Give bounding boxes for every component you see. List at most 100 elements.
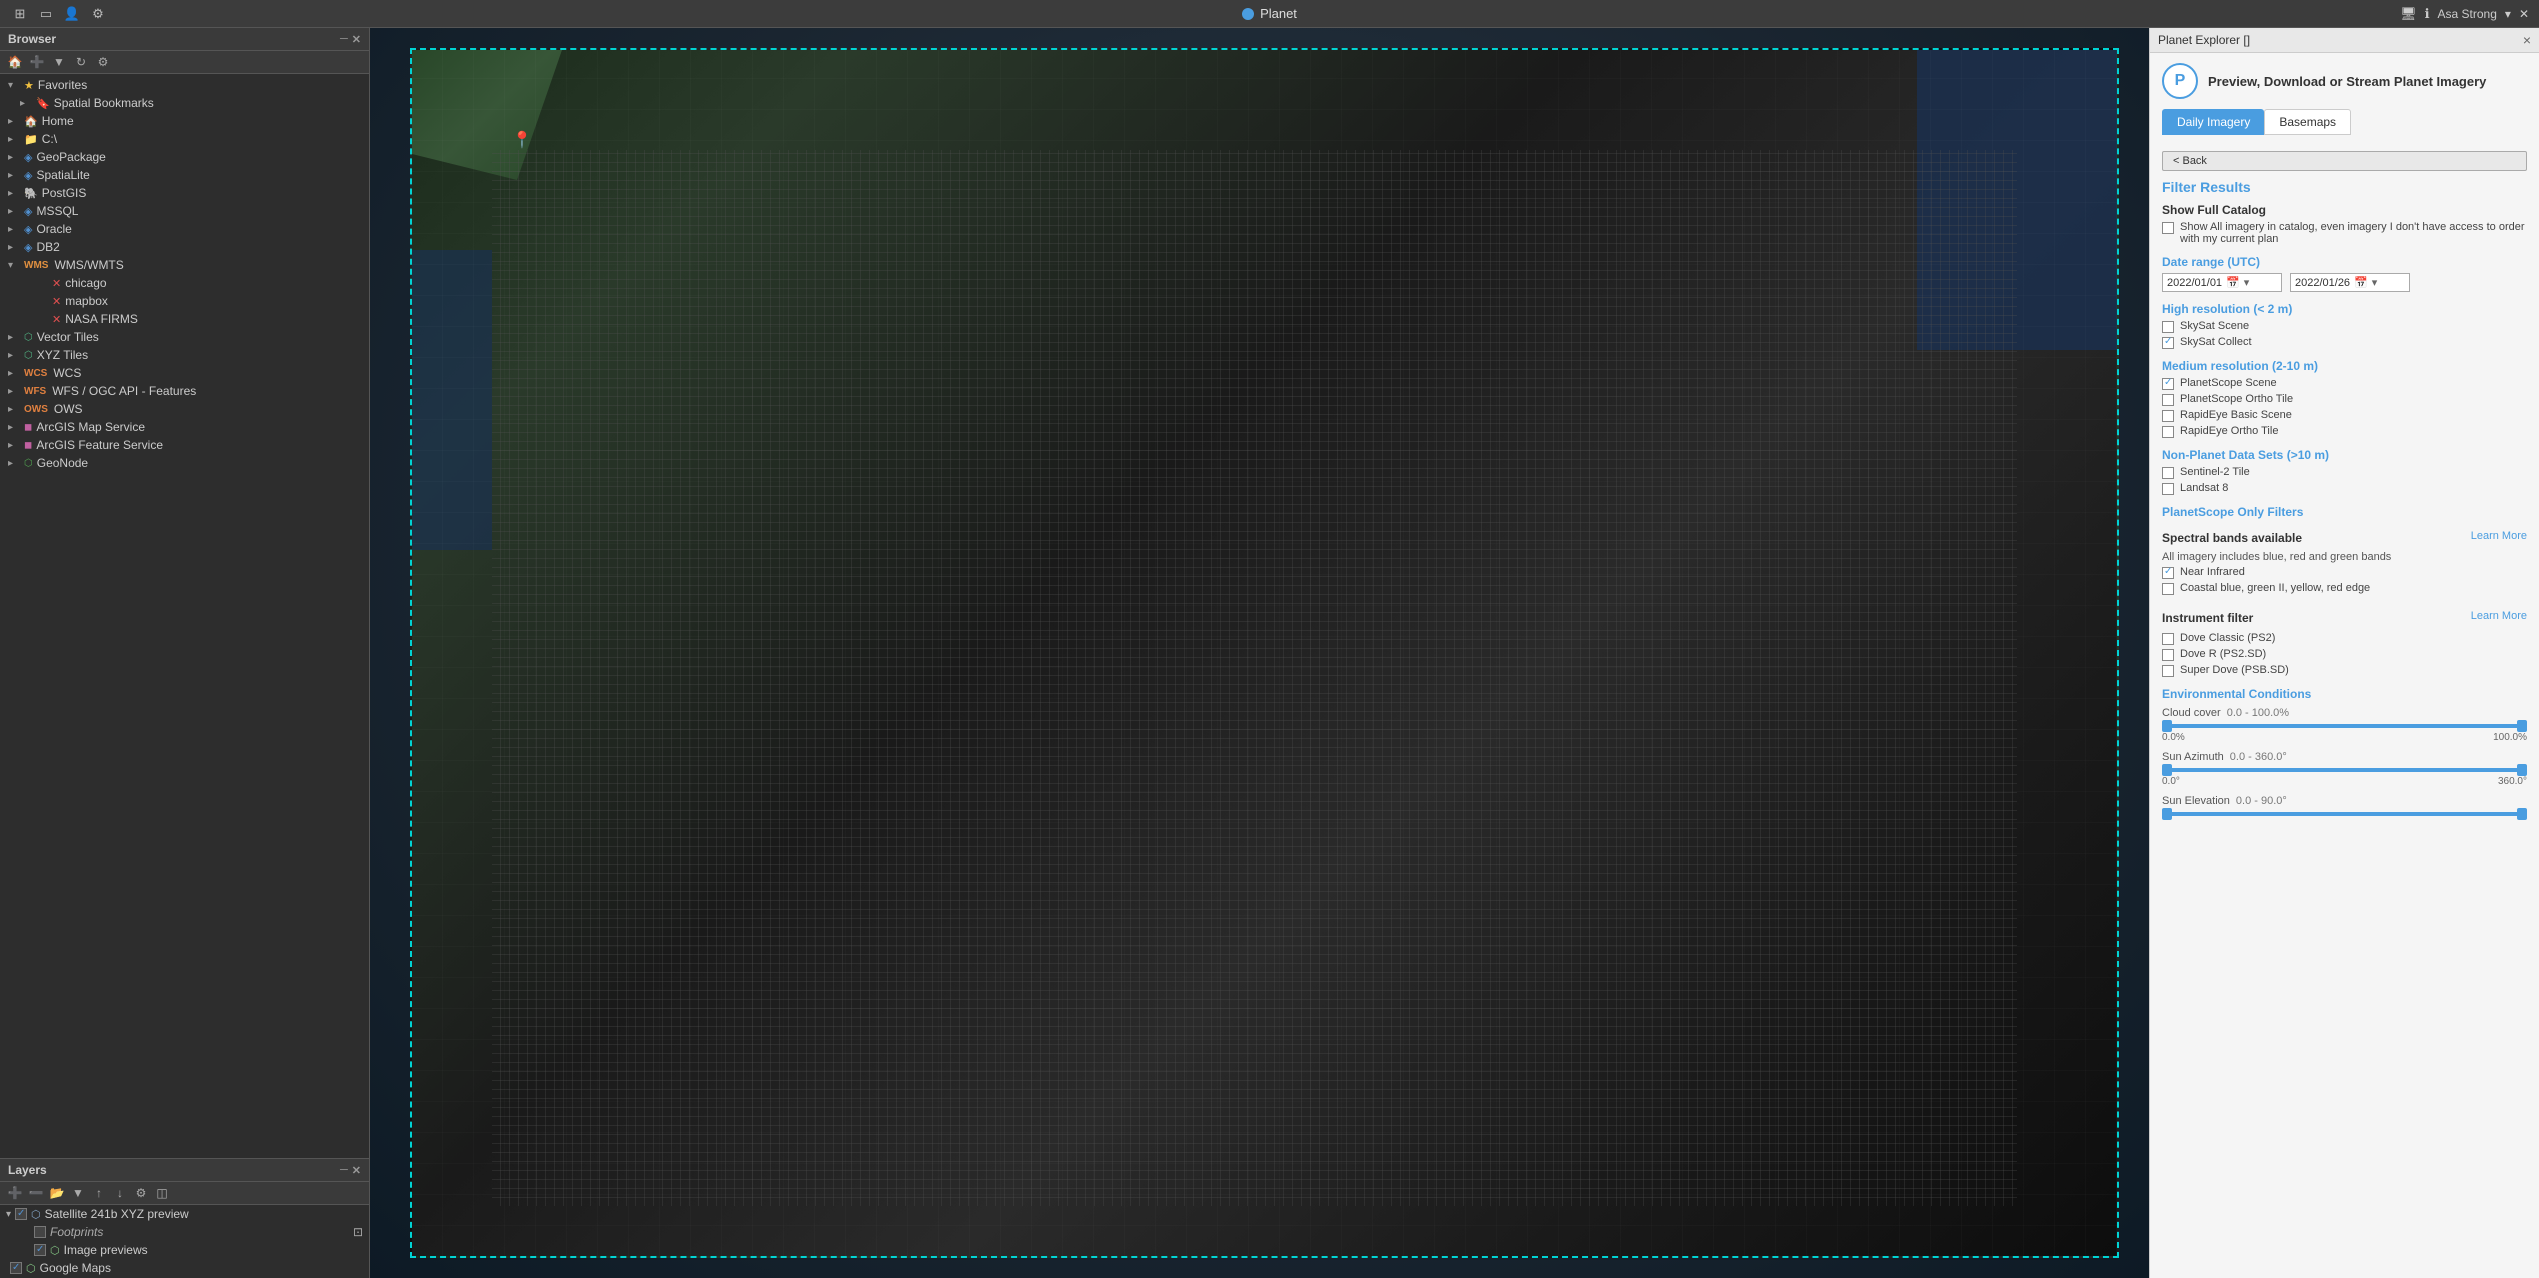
layer-collapse-icon[interactable]: ⊡ <box>353 1225 363 1239</box>
group-layers-icon[interactable]: ◫ <box>153 1184 171 1202</box>
cloud-cover-slider[interactable]: 0.0% 100.0% <box>2162 724 2527 743</box>
sun-azimuth-handle-left[interactable] <box>2162 764 2172 776</box>
tree-item-chicago[interactable]: ✕ chicago <box>0 274 369 292</box>
layer-checkbox-previews[interactable] <box>34 1244 46 1256</box>
rapideye-basic-label: RapidEye Basic Scene <box>2180 409 2292 421</box>
tree-item-vector-tiles[interactable]: ▸ ⬡ Vector Tiles <box>0 328 369 346</box>
tree-item-wfs[interactable]: ▸ WFS WFS / OGC API - Features <box>0 382 369 400</box>
browser-filter-icon[interactable]: ▼ <box>50 53 68 71</box>
planetscope-ortho-checkbox[interactable] <box>2162 394 2174 406</box>
db-spatialite-icon: ◈ <box>24 169 32 182</box>
skysat-collect-checkbox[interactable] <box>2162 337 2174 349</box>
sun-azimuth-fill <box>2162 768 2527 772</box>
tab-icon[interactable]: ▭ <box>36 4 56 24</box>
sentinel-checkbox[interactable] <box>2162 467 2174 479</box>
browser-settings2-icon[interactable]: ⚙ <box>94 53 112 71</box>
layer-item-image-previews[interactable]: ⬡ Image previews <box>0 1241 369 1259</box>
layer-type-icon-previews: ⬡ <box>50 1244 60 1257</box>
layers-collapse-icon[interactable]: ─ <box>340 1164 348 1177</box>
tree-item-arcgis-map[interactable]: ▸ ◼ ArcGIS Map Service <box>0 418 369 436</box>
remove-layer-icon[interactable]: ➖ <box>27 1184 45 1202</box>
tree-item-spatial-bookmarks[interactable]: ▸ 🔖 Spatial Bookmarks <box>0 94 369 112</box>
layer-properties-icon[interactable]: ⚙ <box>132 1184 150 1202</box>
date-end-input[interactable]: 2022/01/26 📅 ▾ <box>2290 273 2410 292</box>
tree-item-geopackage[interactable]: ▸ ◈ GeoPackage <box>0 148 369 166</box>
browser-home-icon[interactable]: 🏠 <box>6 53 24 71</box>
rapideye-ortho-checkbox[interactable] <box>2162 426 2174 438</box>
sun-elevation-handle-right[interactable] <box>2517 808 2527 820</box>
date-start-calendar-icon[interactable]: 📅 <box>2226 276 2240 289</box>
dove-r-checkbox[interactable] <box>2162 649 2174 661</box>
coastal-blue-checkbox[interactable] <box>2162 583 2174 595</box>
date-start-dropdown-icon[interactable]: ▾ <box>2244 276 2250 289</box>
info-icon[interactable]: ℹ <box>2425 6 2430 22</box>
tree-item-db2[interactable]: ▸ ◈ DB2 <box>0 238 369 256</box>
full-catalog-checkbox[interactable] <box>2162 222 2174 234</box>
landsat-checkbox[interactable] <box>2162 483 2174 495</box>
browser-add-icon[interactable]: ➕ <box>28 53 46 71</box>
tab-basemaps[interactable]: Basemaps <box>2264 109 2351 135</box>
tree-item-home[interactable]: ▸ 🏠 Home <box>0 112 369 130</box>
tab-daily-imagery[interactable]: Daily Imagery <box>2162 109 2264 135</box>
tree-item-geonode[interactable]: ▸ ⬡ GeoNode <box>0 454 369 472</box>
add-layer-icon[interactable]: ➕ <box>6 1184 24 1202</box>
tree-item-postgis[interactable]: ▸ 🐘 PostGIS <box>0 184 369 202</box>
tree-item-favorites[interactable]: ▾ ★ Favorites <box>0 76 369 94</box>
layer-checkbox-footprints[interactable] <box>34 1226 46 1238</box>
browser-refresh-icon[interactable]: ↻ <box>72 53 90 71</box>
spectral-learn-more[interactable]: Learn More <box>2471 530 2527 542</box>
date-end-calendar-icon[interactable]: 📅 <box>2354 276 2368 289</box>
date-end-dropdown-icon[interactable]: ▾ <box>2372 276 2378 289</box>
cloud-cover-handle-right[interactable] <box>2517 720 2527 732</box>
map-imagery: 📍 <box>410 48 2119 1258</box>
user-icon[interactable]: 👤 <box>62 4 82 24</box>
layer-checkbox-google[interactable] <box>10 1262 22 1274</box>
date-start-input[interactable]: 2022/01/01 📅 ▾ <box>2162 273 2282 292</box>
tree-item-mssql[interactable]: ▸ ◈ MSSQL <box>0 202 369 220</box>
rapideye-basic-checkbox[interactable] <box>2162 410 2174 422</box>
tree-item-nasa-firms[interactable]: ✕ NASA FIRMS <box>0 310 369 328</box>
user-name[interactable]: Asa Strong <box>2438 7 2497 21</box>
cloud-cover-handle-left[interactable] <box>2162 720 2172 732</box>
topbar-close-icon[interactable]: ✕ <box>2519 7 2529 21</box>
back-button[interactable]: < Back <box>2162 151 2527 171</box>
layer-item-google-maps[interactable]: ⬡ Google Maps <box>0 1259 369 1277</box>
dropdown-icon[interactable]: ▾ <box>2505 7 2511 21</box>
dove-classic-checkbox[interactable] <box>2162 633 2174 645</box>
tree-item-mapbox[interactable]: ✕ mapbox <box>0 292 369 310</box>
layers-close-icon[interactable]: ✕ <box>352 1164 361 1177</box>
tree-label: chicago <box>65 276 106 290</box>
move-up-icon[interactable]: ↑ <box>90 1184 108 1202</box>
tree-item-wmswmts[interactable]: ▾ WMS WMS/WMTS <box>0 256 369 274</box>
tree-item-ows[interactable]: ▸ OWS OWS <box>0 400 369 418</box>
tree-item-wcs[interactable]: ▸ WCS WCS <box>0 364 369 382</box>
sun-elevation-handle-left[interactable] <box>2162 808 2172 820</box>
browser-collapse-icon[interactable]: ─ <box>340 33 348 46</box>
layer-item-satellite[interactable]: ▾ ⬡ Satellite 241b XYZ preview <box>0 1205 369 1223</box>
super-dove-checkbox[interactable] <box>2162 665 2174 677</box>
skysat-scene-checkbox[interactable] <box>2162 321 2174 333</box>
near-infrared-checkbox[interactable] <box>2162 567 2174 579</box>
planet-panel-close-btn[interactable]: × <box>2523 32 2531 48</box>
instrument-learn-more[interactable]: Learn More <box>2471 610 2527 622</box>
tree-item-oracle[interactable]: ▸ ◈ Oracle <box>0 220 369 238</box>
sun-azimuth-slider[interactable]: 0.0° 360.0° <box>2162 768 2527 787</box>
layer-item-footprints[interactable]: Footprints ⊡ <box>0 1223 369 1241</box>
layers-header-icons: ─ ✕ <box>340 1164 361 1177</box>
grid-icon[interactable]: ⊞ <box>10 4 30 24</box>
tree-item-spatialite[interactable]: ▸ ◈ SpatiaLite <box>0 166 369 184</box>
tree-item-c-drive[interactable]: ▸ 📁 C:\ <box>0 130 369 148</box>
planetscope-scene-checkbox[interactable] <box>2162 378 2174 390</box>
settings-icon[interactable]: ⚙ <box>88 4 108 24</box>
move-down-icon[interactable]: ↓ <box>111 1184 129 1202</box>
tree-item-arcgis-feature[interactable]: ▸ ◼ ArcGIS Feature Service <box>0 436 369 454</box>
browser-close-icon[interactable]: ✕ <box>352 33 361 46</box>
sun-elevation-slider[interactable] <box>2162 812 2527 816</box>
tree-item-xyz-tiles[interactable]: ▸ ⬡ XYZ Tiles <box>0 346 369 364</box>
open-layer-icon[interactable]: 📂 <box>48 1184 66 1202</box>
layer-checkbox-satellite[interactable] <box>15 1208 27 1220</box>
sun-azimuth-handle-right[interactable] <box>2517 764 2527 776</box>
map-area[interactable]: 📍 <box>370 28 2149 1278</box>
monitor-icon[interactable]: 🖥 <box>2400 6 2417 22</box>
filter-layer-icon[interactable]: ▼ <box>69 1184 87 1202</box>
